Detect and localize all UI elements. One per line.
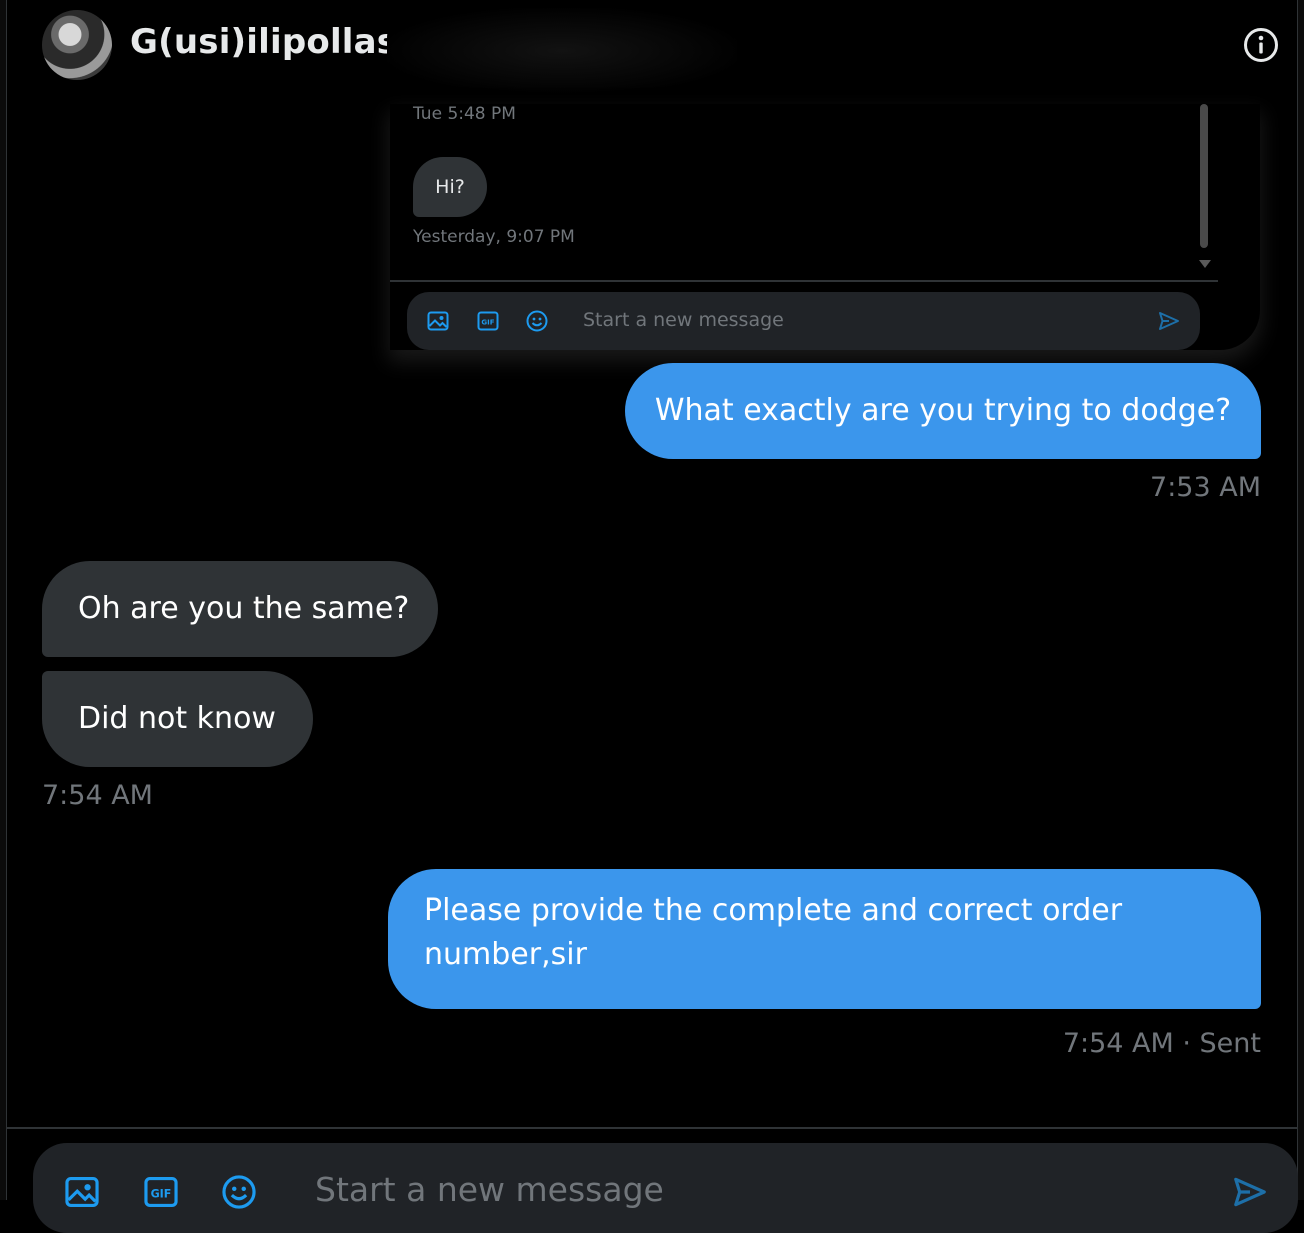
message-composer[interactable]: GIF Start a new message	[33, 1143, 1298, 1233]
message-timestamp: 7:53 AM	[1150, 472, 1261, 503]
blurred-region	[387, 8, 737, 94]
embedded-divider	[390, 280, 1218, 282]
composer-placeholder[interactable]: Start a new message	[315, 1170, 664, 1209]
avatar[interactable]	[42, 10, 112, 80]
info-icon[interactable]	[1243, 27, 1279, 63]
incoming-message[interactable]: Did not know	[42, 671, 313, 767]
embedded-composer-placeholder: Start a new message	[583, 309, 784, 331]
embedded-message-bubble: Hi?	[413, 157, 487, 217]
outgoing-message[interactable]: What exactly are you trying to dodge?	[625, 363, 1261, 459]
svg-text:GIF: GIF	[151, 1188, 172, 1201]
embedded-timestamp: Tue 5:48 PM	[413, 104, 516, 124]
scrollbar-thumb	[1200, 104, 1208, 248]
embedded-composer: GIF Start a new message	[407, 292, 1200, 350]
gif-icon: GIF	[477, 311, 499, 331]
message-timestamp: 7:54 AM	[42, 780, 153, 811]
emoji-icon	[526, 310, 548, 332]
embedded-screenshot: Tue 5:48 PM Hi? Yesterday, 9:07 PM GIF S…	[390, 104, 1260, 350]
composer-divider	[7, 1127, 1297, 1129]
embedded-timestamp: Yesterday, 9:07 PM	[413, 227, 575, 247]
gif-icon[interactable]: GIF	[142, 1173, 180, 1211]
message-status: 7:54 AM · Sent	[1062, 1028, 1261, 1059]
incoming-message[interactable]: Oh are you the same?	[42, 561, 438, 657]
svg-text:GIF: GIF	[481, 319, 494, 327]
emoji-icon[interactable]	[220, 1173, 258, 1211]
window-frame-left	[0, 0, 7, 1200]
window-frame-right	[1297, 0, 1304, 1200]
conversation-header: G(usi)ilipollas	[7, 0, 1297, 96]
embedded-scrollbar	[1197, 104, 1211, 280]
scroll-down-arrow	[1199, 260, 1211, 268]
contact-name[interactable]: G(usi)ilipollas	[130, 22, 397, 62]
send-icon	[1159, 312, 1179, 330]
image-icon	[427, 311, 449, 331]
outgoing-message[interactable]: Please provide the complete and correct …	[388, 869, 1261, 1009]
image-icon[interactable]	[63, 1173, 101, 1211]
send-icon[interactable]	[1231, 1173, 1269, 1211]
